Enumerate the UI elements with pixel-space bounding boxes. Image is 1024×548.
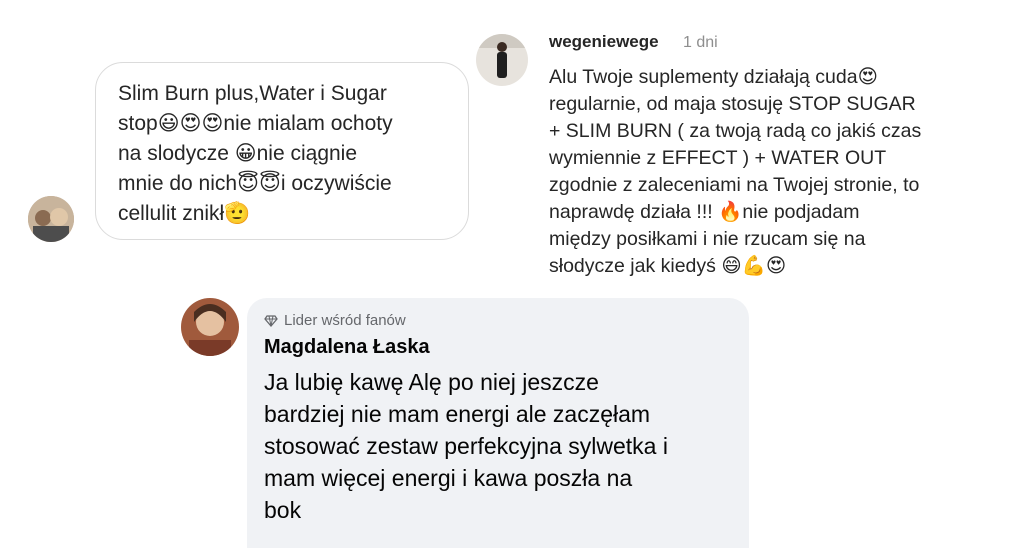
- avatar-photo-icon: [28, 196, 74, 242]
- comment-text-3: Ja lubię kawę Alę po niej jeszcze bardzi…: [264, 369, 668, 523]
- commenter-name[interactable]: Magdalena Łaska: [264, 336, 430, 359]
- diamond-icon: [264, 314, 278, 327]
- commenter-avatar-2[interactable]: [476, 34, 528, 86]
- commenter-avatar-1[interactable]: [28, 196, 74, 242]
- comment-text-1: Slim Burn plus,Water i Sugar stop😃😍😍nie …: [118, 82, 393, 225]
- top-fan-badge-label: Lider wśród fanów: [284, 312, 406, 329]
- top-fan-badge: Lider wśród fanów: [264, 312, 406, 329]
- comment-bubble-3: Lider wśród fanów Magdalena Łaska Ja lub…: [247, 298, 749, 548]
- commenter-avatar-3[interactable]: [181, 298, 239, 356]
- comment-text-2: Alu Twoje suplementy działają cuda😍 regu…: [549, 66, 922, 277]
- comment-timestamp: 1 dni: [683, 34, 718, 51]
- avatar-photo-icon: [476, 34, 528, 86]
- avatar-photo-icon: [181, 298, 239, 356]
- comment-username[interactable]: wegeniewege: [549, 32, 659, 52]
- comment-bubble-1: Slim Burn plus,Water i Sugar stop😃😍😍nie …: [95, 62, 469, 240]
